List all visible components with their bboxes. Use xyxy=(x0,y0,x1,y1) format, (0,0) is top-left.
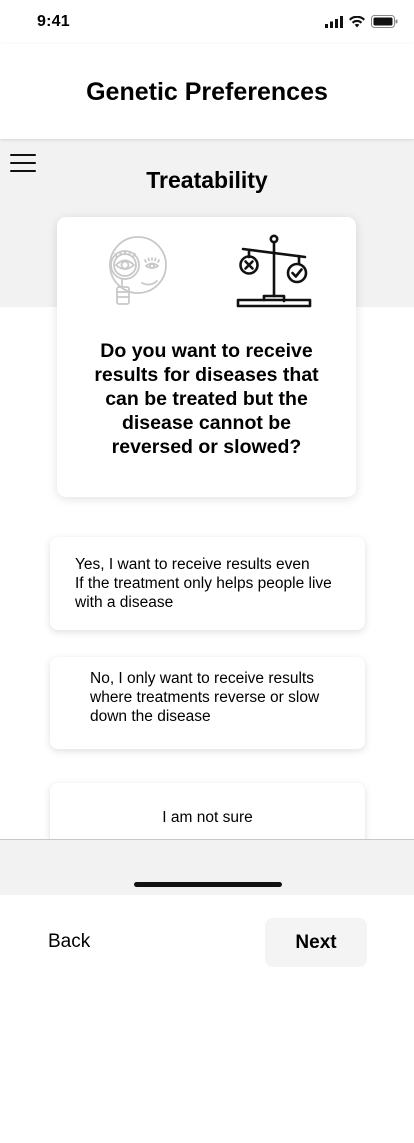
hamburger-icon-line xyxy=(10,154,36,156)
section-title: Treatability xyxy=(146,167,268,193)
screen: 9:41 Genetic Preferences Treatability Do… xyxy=(0,0,414,1143)
bottom-bar xyxy=(0,839,414,895)
hamburger-icon-line xyxy=(10,162,36,164)
option-text-line: where treatments reverse or slow xyxy=(90,689,320,706)
option-no-card[interactable]: No, I only want to receive results where… xyxy=(50,657,365,749)
page-title: Genetic Preferences xyxy=(86,78,328,106)
back-button[interactable]: Back xyxy=(48,931,90,953)
balance-scale-icon xyxy=(236,234,312,308)
status-icons xyxy=(325,15,398,28)
question-text: Do you want to receive results for disea… xyxy=(94,340,319,458)
home-indicator xyxy=(134,882,282,887)
status-time: 9:41 xyxy=(37,13,70,30)
app-header: Genetic Preferences xyxy=(0,44,414,139)
wifi-icon xyxy=(349,15,365,27)
status-bar: 9:41 xyxy=(0,0,414,44)
option-text-line: down the disease xyxy=(90,708,211,725)
option-text-line: Yes, I want to receive results even xyxy=(75,556,310,573)
option-text-line: No, I only want to receive results xyxy=(90,670,314,687)
option-text-line: If the treatment only helps people live xyxy=(75,575,332,592)
option-yes-card[interactable]: Yes, I want to receive results even If t… xyxy=(50,537,365,630)
battery-icon xyxy=(371,15,398,28)
question-card: Do you want to receive results for disea… xyxy=(57,217,356,497)
next-button[interactable]: Next xyxy=(265,918,367,967)
next-button-label: Next xyxy=(295,931,337,953)
option-text-line: with a disease xyxy=(75,594,174,611)
signal-icon xyxy=(325,15,343,28)
magnifier-eye-icon xyxy=(109,236,167,305)
option-text-line: I am not sure xyxy=(162,809,253,826)
